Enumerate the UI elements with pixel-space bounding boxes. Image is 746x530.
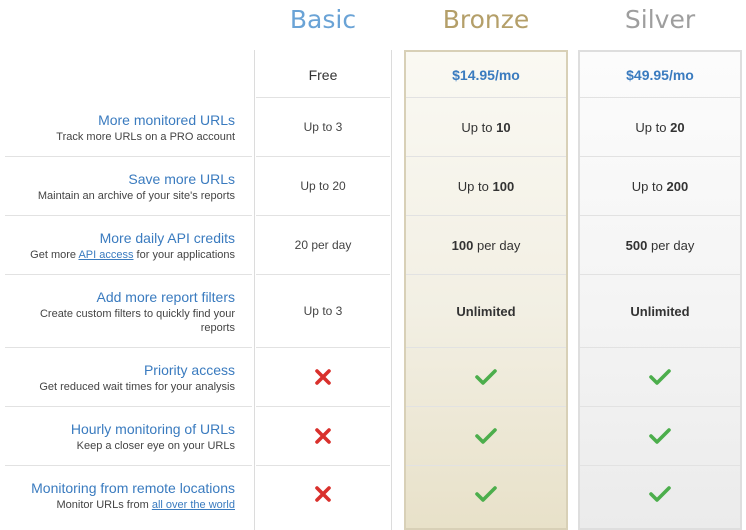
feature-priority-access: Priority access Get reduced wait times f… <box>5 362 235 394</box>
desc-text: for your applications <box>133 249 235 261</box>
feature-remote-locations: Monitoring from remote locations Monitor… <box>5 480 235 512</box>
feature-title: More monitored URLs <box>98 112 235 128</box>
value-silver: Up to 20 <box>578 98 742 156</box>
cross-icon <box>254 407 392 465</box>
check-icon <box>578 466 742 522</box>
plan-header-basic: Basic <box>289 5 357 34</box>
check-icon <box>404 348 568 406</box>
value-basic: Up to 3 <box>303 120 343 134</box>
feature-desc: Maintain an archive of your site's repor… <box>37 190 235 202</box>
feature-title: Add more report filters <box>96 289 236 305</box>
feature-more-daily-api-credits: More daily API credits Get more API acce… <box>5 230 235 262</box>
feature-title: Priority access <box>143 362 235 378</box>
feature-desc: Create custom filters to quickly find yo… <box>39 308 235 334</box>
value-silver: Unlimited <box>630 303 690 319</box>
check-icon <box>404 466 568 522</box>
value-number: 500 <box>625 237 648 253</box>
feature-title: Monitoring from remote locations <box>31 480 235 496</box>
value-suffix: per day <box>473 237 521 253</box>
row-divider <box>5 215 252 216</box>
check-icon <box>404 407 568 465</box>
value-bronze: Up to 10 <box>404 98 568 156</box>
value-silver: Up to 200 <box>578 157 742 215</box>
plan-header-silver: Silver <box>624 5 696 34</box>
cross-icon <box>254 348 392 406</box>
feature-desc: Keep a closer eye on your URLs <box>76 440 235 452</box>
value-prefix: Up to <box>635 119 671 135</box>
plan-header-bronze: Bronze <box>442 5 530 34</box>
value-bronze: 100 per day <box>404 216 568 274</box>
feature-title: More daily API credits <box>99 230 235 246</box>
price-bronze: $14.95/mo <box>452 66 520 83</box>
feature-desc: Monitor URLs from all over the world <box>5 498 235 512</box>
feature-title: Hourly monitoring of URLs <box>70 421 235 437</box>
feature-more-monitored-urls: More monitored URLs Track more URLs on a… <box>5 112 235 144</box>
desc-text: Monitor URLs from <box>56 499 152 511</box>
feature-desc: Get reduced wait times for your analysis <box>39 381 235 393</box>
value-number: 100 <box>492 178 515 194</box>
price-silver: $49.95/mo <box>626 66 694 83</box>
feature-desc: Get more API access for your application… <box>5 248 235 262</box>
feature-save-more-urls: Save more URLs Maintain an archive of yo… <box>5 171 235 203</box>
desc-text: Get more <box>30 249 79 261</box>
feature-title: Save more URLs <box>128 171 235 187</box>
row-divider <box>5 274 252 275</box>
feature-desc: Track more URLs on a PRO account <box>56 131 235 143</box>
value-basic: Up to 20 <box>300 179 346 193</box>
price-basic: Free <box>308 66 338 83</box>
row-divider <box>5 156 252 157</box>
value-basic: Up to 3 <box>303 304 343 318</box>
value-number: 200 <box>666 178 689 194</box>
value-prefix: Up to <box>461 119 497 135</box>
value-prefix: Up to <box>631 178 667 194</box>
cross-icon <box>254 466 392 522</box>
check-icon <box>578 348 742 406</box>
value-bronze: Unlimited <box>456 303 516 319</box>
all-over-the-world-link[interactable]: all over the world <box>152 499 235 511</box>
feature-add-more-report-filters: Add more report filters Create custom fi… <box>5 289 235 335</box>
value-prefix: Up to <box>457 178 493 194</box>
value-basic: 20 per day <box>294 238 352 252</box>
row-divider <box>5 406 252 407</box>
row-divider <box>5 347 252 348</box>
api-access-link[interactable]: API access <box>78 249 133 261</box>
value-number: 20 <box>670 119 685 135</box>
value-number: 10 <box>496 119 511 135</box>
value-silver: 500 per day <box>578 216 742 274</box>
feature-hourly-monitoring: Hourly monitoring of URLs Keep a closer … <box>5 421 235 453</box>
value-bronze: Up to 100 <box>404 157 568 215</box>
value-suffix: per day <box>647 237 695 253</box>
check-icon <box>578 407 742 465</box>
row-divider <box>5 465 252 466</box>
value-number: 100 <box>451 237 474 253</box>
